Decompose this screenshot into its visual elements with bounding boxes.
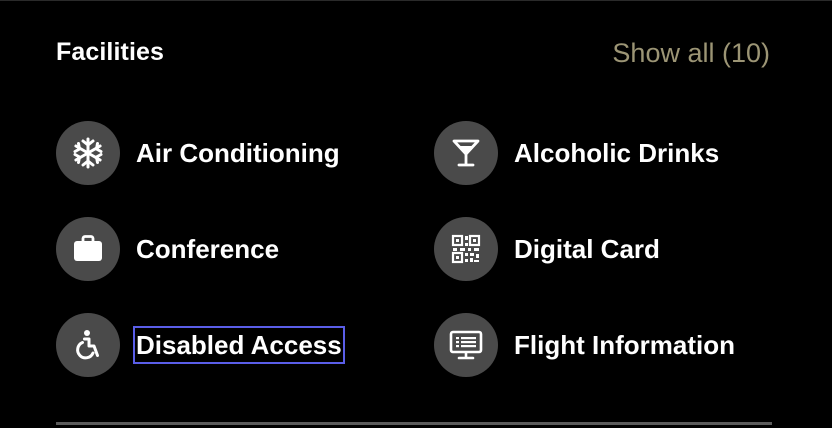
qr-code-icon xyxy=(434,217,498,281)
facility-item-flight-information[interactable]: Flight Information xyxy=(434,313,735,377)
facility-label-focused: Disabled Access xyxy=(133,326,345,364)
snowflake-icon xyxy=(56,121,120,185)
facility-label: Conference xyxy=(136,234,280,264)
cocktail-glass-icon xyxy=(434,121,498,185)
briefcase-icon xyxy=(56,217,120,281)
facility-item-conference[interactable]: Conference xyxy=(56,217,279,281)
facility-label: Digital Card xyxy=(514,234,660,264)
section-title: Facilities xyxy=(56,38,164,66)
facility-label: Air Conditioning xyxy=(136,138,340,168)
facilities-panel: Facilities Show all (10) Air Conditionin… xyxy=(0,0,832,428)
facility-label: Flight Information xyxy=(514,330,735,360)
wheelchair-icon xyxy=(56,313,120,377)
facility-item-air-conditioning[interactable]: Air Conditioning xyxy=(56,121,340,185)
facility-label: Alcoholic Drinks xyxy=(514,138,720,168)
facility-item-alcoholic-drinks[interactable]: Alcoholic Drinks xyxy=(434,121,719,185)
bottom-divider xyxy=(56,422,772,425)
facility-item-digital-card[interactable]: Digital Card xyxy=(434,217,660,281)
flight-info-screen-icon xyxy=(434,313,498,377)
facility-item-disabled-access[interactable]: Disabled Access xyxy=(56,313,345,377)
show-all-link[interactable]: Show all (10) xyxy=(612,38,770,69)
top-divider xyxy=(0,0,832,1)
